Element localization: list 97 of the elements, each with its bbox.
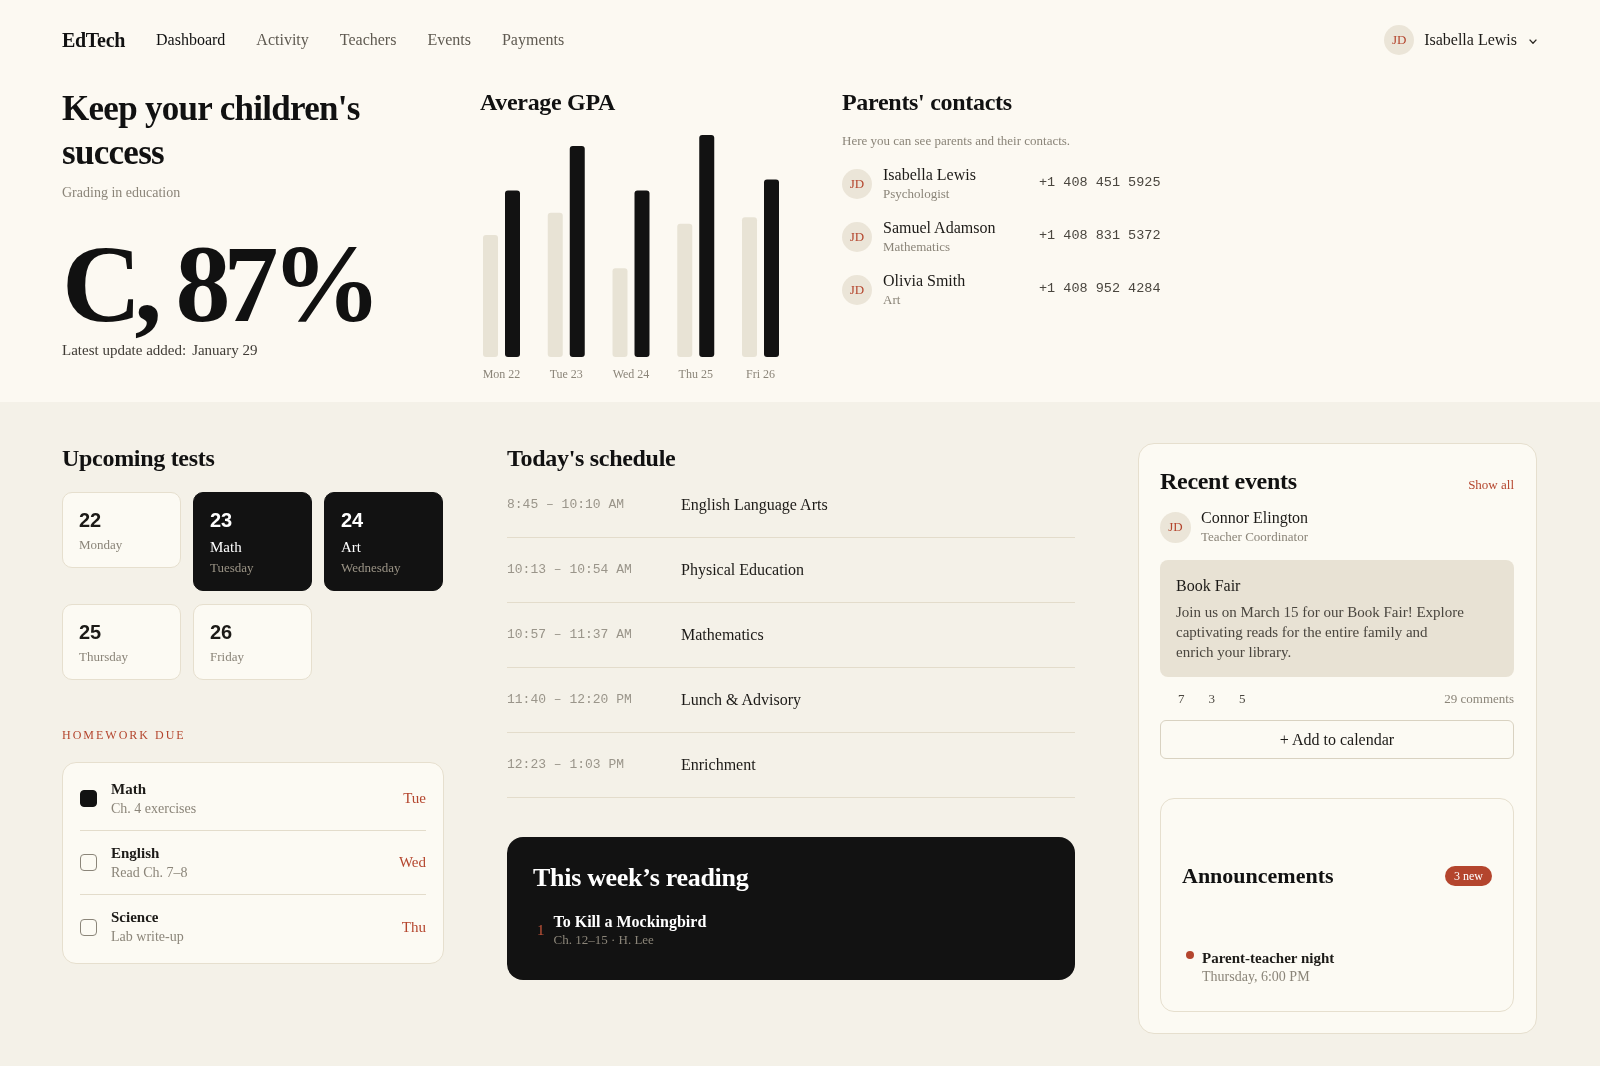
time-range: 8:45 – 10:10 AM xyxy=(507,496,626,515)
card-title: This week’s reading xyxy=(533,862,750,894)
event-description: Join us on March 15 for our Book Fair! Explore captivating reads for the entire family and enrich your library. xyxy=(1176,603,1465,662)
nav-link[interactable]: Payments xyxy=(501,28,565,52)
grade-value: C, 87% xyxy=(62,229,376,339)
update-label: Latest update added: xyxy=(62,341,187,360)
nav-link[interactable]: Activity xyxy=(256,28,309,52)
phone-number: +1 408 952 4284 xyxy=(1039,280,1161,299)
card-title: Announcements xyxy=(1182,862,1334,890)
due-day: Wed xyxy=(398,851,426,874)
class-name: Mathematics xyxy=(681,625,764,645)
nav-link[interactable]: Events xyxy=(427,28,471,52)
axis-label: Tue 23 xyxy=(549,367,583,381)
due-day: Tue xyxy=(403,787,426,810)
nav-link[interactable]: Teachers xyxy=(339,28,397,52)
homework-task: Read Ch. 7–8 xyxy=(111,863,189,882)
reaction-count: 7 xyxy=(1178,690,1185,708)
caret-icon[interactable] xyxy=(1529,39,1537,44)
section-title: Recent events xyxy=(1160,467,1297,496)
due-day: Thu xyxy=(401,915,426,939)
date-number: 26 xyxy=(210,620,234,644)
section-title: Upcoming tests xyxy=(62,444,216,473)
date-number: 24 xyxy=(341,508,365,532)
announcement-time: Thursday, 6:00 PM xyxy=(1202,968,1311,986)
section-title: Parents' contacts xyxy=(842,88,1013,117)
user-name[interactable]: Isabella Lewis xyxy=(1424,28,1517,52)
book-title: To Kill a Mockingbird xyxy=(553,912,707,932)
test-subject: Art xyxy=(341,538,362,557)
homework-subject: Science xyxy=(111,908,160,927)
avatar: JD xyxy=(1384,25,1415,55)
contact-name: Isabella Lewis xyxy=(883,164,977,185)
comment-count: 29 comments xyxy=(1444,690,1514,708)
hero-title: Keep your children's success xyxy=(62,88,361,174)
phone-number: +1 408 831 5372 xyxy=(1039,227,1161,246)
contact-name: Olivia Smith xyxy=(883,270,967,291)
add-to-calendar-button[interactable]: + Add to calendar xyxy=(1160,720,1514,759)
homework-subject: English xyxy=(111,843,161,863)
section-label: HOMEWORK DUE xyxy=(62,727,187,743)
nav-link[interactable]: Dashboard xyxy=(156,28,226,52)
contact-role: Art xyxy=(883,290,902,309)
avatar: JD xyxy=(842,274,872,305)
bullet-icon xyxy=(1186,951,1194,959)
homework-subject: Math xyxy=(111,779,147,799)
reaction-count: 3 xyxy=(1208,690,1215,708)
phone-number: +1 408 451 5925 xyxy=(1039,174,1161,193)
update-date: January 29 xyxy=(192,341,258,360)
event-title: Book Fair xyxy=(1176,576,1242,596)
avatar: JD xyxy=(842,221,872,252)
avatar: JD xyxy=(842,168,872,199)
homework-task: Lab write-up xyxy=(111,928,185,946)
class-name: Physical Education xyxy=(681,560,805,581)
list-number: 1 xyxy=(537,920,545,940)
book-detail: Ch. 12–15 · H. Lee xyxy=(553,932,655,948)
section-subtitle: Here you can see parents and their contacts. xyxy=(842,132,1072,150)
weekday-label: Tuesday xyxy=(210,559,255,577)
author-role: Teacher Coordinator xyxy=(1201,528,1309,546)
avatar: JD xyxy=(1160,511,1191,543)
section-title: Today's schedule xyxy=(507,444,677,473)
test-subject: Math xyxy=(210,538,243,557)
date-number: 25 xyxy=(79,620,103,644)
time-range: 10:57 – 11:37 AM xyxy=(507,626,633,645)
axis-label: Wed 24 xyxy=(612,367,650,381)
contact-name: Samuel Adamson xyxy=(883,217,997,238)
weekday-label: Monday xyxy=(79,536,124,554)
date-card[interactable]: 26 Friday xyxy=(193,604,312,680)
axis-label: Thu 25 xyxy=(678,367,713,381)
weekday-label: Thursday xyxy=(79,648,130,666)
announcement-title: Parent-teacher night xyxy=(1202,949,1335,968)
date-number: 23 xyxy=(210,508,234,532)
brand-logo[interactable]: EdTech xyxy=(62,25,126,55)
contact-role: Mathematics xyxy=(883,237,952,256)
new-count-badge: 3 new xyxy=(1445,866,1492,886)
class-name: Enrichment xyxy=(681,755,756,775)
hero-subtitle: Grading in education xyxy=(62,184,182,202)
class-name: English Language Arts xyxy=(681,495,828,516)
weekday-label: Friday xyxy=(210,648,245,666)
homework-task: Ch. 4 exercises xyxy=(111,799,198,818)
date-card[interactable]: 22 Monday xyxy=(62,492,181,568)
time-range: 12:23 – 1:03 PM xyxy=(507,756,626,775)
checkbox[interactable] xyxy=(80,854,97,871)
weekday-label: Wednesday xyxy=(341,559,402,577)
time-range: 11:40 – 12:20 PM xyxy=(507,691,633,710)
class-name: Lunch & Advisory xyxy=(681,690,801,711)
date-card[interactable]: 24 Art Wednesday xyxy=(324,492,443,591)
checkbox[interactable] xyxy=(80,918,97,936)
time-range: 10:13 – 10:54 AM xyxy=(507,561,633,580)
axis-label: Fri 26 xyxy=(746,367,775,381)
date-number: 22 xyxy=(79,508,103,532)
show-all-link[interactable]: Show all xyxy=(1468,475,1514,495)
author-name: Connor Elington xyxy=(1201,508,1309,528)
date-card[interactable]: 23 Math Tuesday xyxy=(193,492,312,591)
reaction-count: 5 xyxy=(1239,690,1246,708)
contact-role: Psychologist xyxy=(883,184,951,203)
chart-title: Average GPA xyxy=(480,88,617,117)
axis-label: Mon 22 xyxy=(483,367,521,381)
checkbox[interactable] xyxy=(80,790,97,807)
date-card[interactable]: 25 Thursday xyxy=(62,604,181,680)
